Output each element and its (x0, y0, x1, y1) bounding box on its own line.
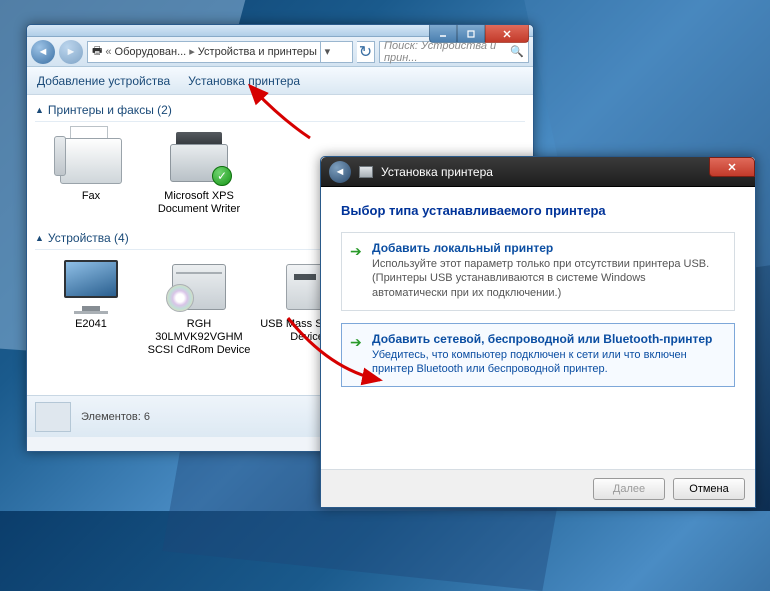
add-device-cmd[interactable]: Добавление устройства (37, 74, 170, 88)
option-network-desc: Убедитесь, что компьютер подключен к сет… (372, 348, 724, 377)
wizard-titlebar[interactable]: ◄ Установка принтера (321, 157, 755, 187)
option-network-printer[interactable]: ➔ Добавить сетевой, беспроводной или Blu… (341, 323, 735, 388)
wizard-footer: Далее Отмена (321, 469, 755, 507)
device-label: RGH 30LMVK92VGHM SCSI CdRom Device (147, 318, 251, 356)
status-thumb-icon (35, 402, 71, 432)
device-hdd[interactable]: RGH 30LMVK92VGHM SCSI CdRom Device (147, 258, 251, 356)
wizard-close-button[interactable] (709, 157, 755, 177)
device-fax[interactable]: Fax (39, 130, 143, 215)
search-input[interactable]: Поиск: Устройства и прин... 🔍 (379, 41, 529, 63)
breadcrumb-parent[interactable]: Оборудован... (115, 46, 187, 58)
device-label: Fax (39, 190, 143, 203)
printer-icon (359, 166, 373, 178)
group-printers-header[interactable]: ▲ Принтеры и факсы (2) (35, 99, 525, 122)
device-label: E2041 (39, 318, 143, 331)
collapse-icon: ▲ (35, 233, 44, 243)
option-local-printer[interactable]: ➔ Добавить локальный принтер Используйте… (341, 232, 735, 311)
default-check-icon: ✓ (212, 166, 232, 186)
option-local-title: Добавить локальный принтер (372, 241, 724, 255)
device-monitor[interactable]: E2041 (39, 258, 143, 356)
breadcrumb-current[interactable]: Устройства и принтеры (198, 46, 317, 58)
group-printers-title: Принтеры и факсы (2) (48, 103, 172, 117)
add-printer-wizard: ◄ Установка принтера Выбор типа устанавл… (320, 156, 756, 508)
collapse-icon: ▲ (35, 105, 44, 115)
option-network-title: Добавить сетевой, беспроводной или Bluet… (372, 332, 724, 346)
group-devices-title: Устройства (4) (48, 231, 129, 245)
breadcrumb-dropdown[interactable]: ▾ (320, 42, 334, 62)
refresh-button[interactable]: ↻ (357, 41, 375, 63)
search-icon: 🔍 (510, 45, 524, 58)
close-button[interactable] (485, 25, 529, 43)
wizard-heading: Выбор типа устанавливаемого принтера (341, 203, 735, 218)
device-label: Microsoft XPS Document Writer (147, 190, 251, 215)
maximize-button[interactable] (457, 25, 485, 43)
minimize-button[interactable] (429, 25, 457, 43)
device-xps[interactable]: ✓ Microsoft XPS Document Writer (147, 130, 251, 215)
wizard-back-button[interactable]: ◄ (329, 161, 351, 183)
arrow-icon: ➔ (350, 243, 362, 260)
command-bar: Добавление устройства Установка принтера (27, 67, 533, 95)
search-placeholder: Поиск: Устройства и прин... (384, 40, 510, 64)
titlebar[interactable] (27, 25, 533, 37)
status-text: Элементов: 6 (81, 411, 150, 423)
next-button[interactable]: Далее (593, 478, 665, 500)
folder-icon: 🖶 (92, 42, 102, 61)
cancel-button[interactable]: Отмена (673, 478, 745, 500)
option-local-desc: Используйте этот параметр только при отс… (372, 257, 724, 300)
nav-forward-button[interactable]: ► (59, 40, 83, 64)
arrow-icon: ➔ (350, 334, 362, 351)
breadcrumb[interactable]: 🖶 « Оборудован... ▸ Устройства и принтер… (87, 41, 353, 63)
wizard-title-text: Установка принтера (381, 165, 493, 179)
nav-back-button[interactable]: ◄ (31, 40, 55, 64)
add-printer-cmd[interactable]: Установка принтера (188, 74, 300, 88)
